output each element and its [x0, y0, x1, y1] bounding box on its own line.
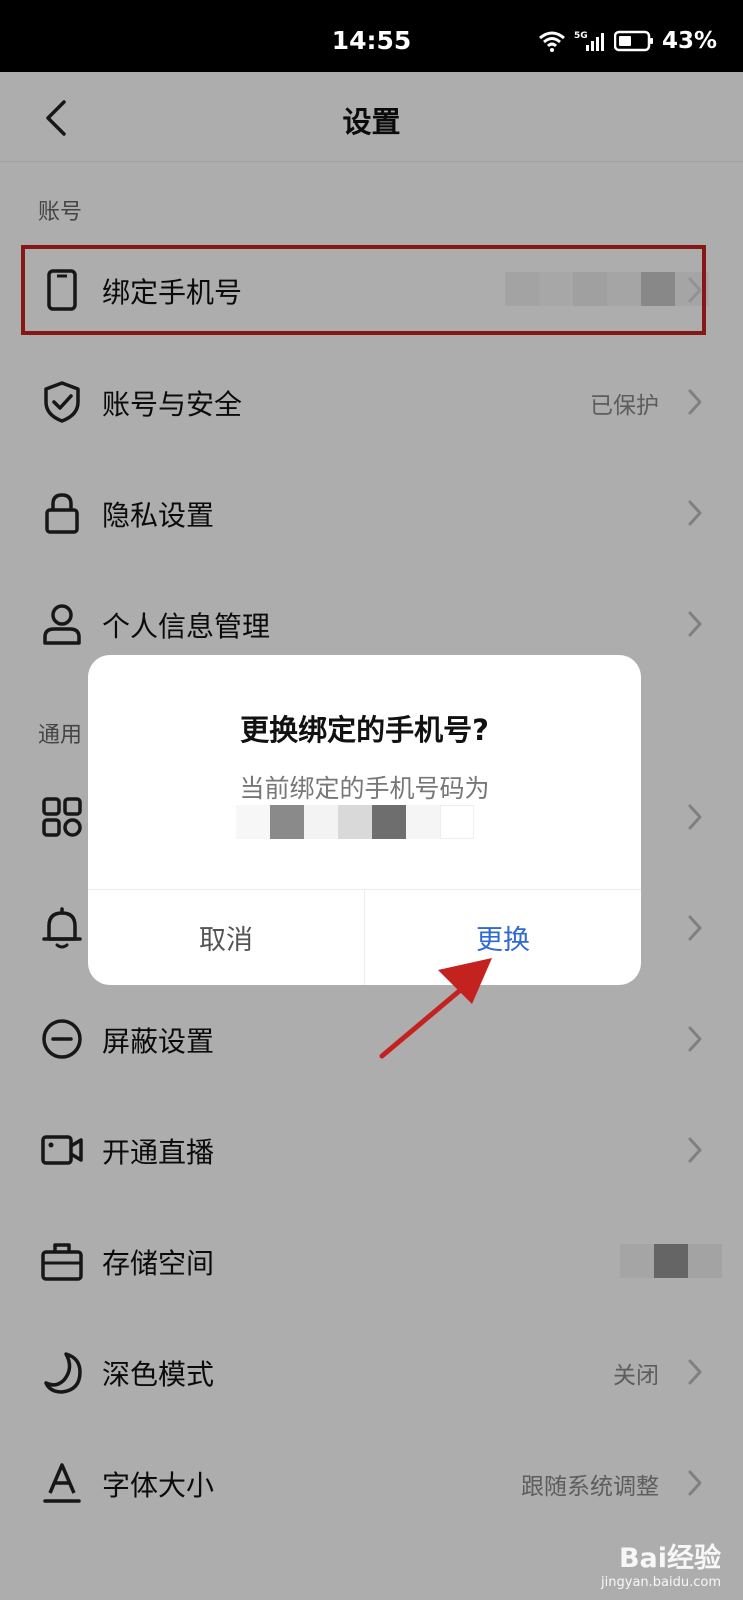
watermark-brand: Bai经验	[618, 1543, 721, 1574]
status-bar: 14:55 5G 43%	[0, 0, 743, 72]
dialog-message: 当前绑定的手机号码为	[239, 774, 490, 803]
battery-icon	[613, 30, 653, 52]
network-type: 5G	[574, 31, 588, 41]
dialog-title: 更换绑定的手机号?	[240, 713, 489, 747]
signal-icon: 5G	[574, 31, 604, 51]
watermark: Bai经验 jingyan.baidu.com	[601, 1536, 721, 1590]
masked-phone-number	[236, 805, 474, 839]
change-phone-dialog: 更换绑定的手机号? 当前绑定的手机号码为 取消 更换	[88, 655, 641, 985]
status-icons: 5G 43%	[538, 28, 717, 54]
wifi-icon	[538, 31, 565, 52]
change-button[interactable]: 更换	[365, 889, 641, 985]
battery-percent: 43%	[661, 28, 717, 54]
watermark-url: jingyan.baidu.com	[601, 1575, 721, 1590]
cancel-button[interactable]: 取消	[88, 889, 364, 985]
